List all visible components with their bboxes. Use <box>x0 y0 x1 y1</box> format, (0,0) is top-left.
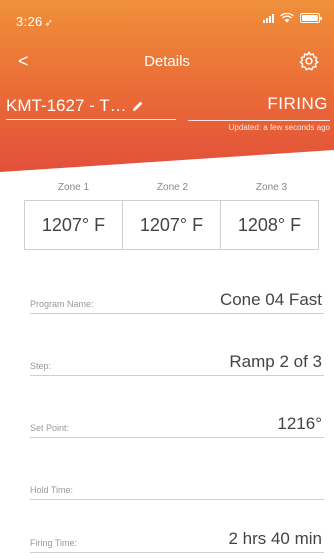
zone-1-temp: 1207° F <box>24 200 123 250</box>
zone-3-temp: 1208° F <box>220 200 319 250</box>
updated-text: Updated: a few seconds ago <box>228 123 330 132</box>
hold-time-label: Hold Time: <box>30 485 74 495</box>
step-label: Step: <box>30 361 52 371</box>
program-name-label: Program Name: <box>30 299 94 309</box>
program-name-value: Cone 04 Fast <box>219 290 322 309</box>
zone-3-label: Zone 3 <box>255 182 288 193</box>
firing-time-row: Firing Time: 2 hrs 40 min <box>30 529 324 553</box>
set-point-row: Set Point: 1216° <box>30 414 324 438</box>
zone-1-label: Zone 1 <box>57 182 90 193</box>
zone-2-temp: 1207° F <box>122 200 221 250</box>
hold-time-row: Hold Time: <box>30 480 324 500</box>
kiln-header: KMT-1627 - T… FIRING Updated: a few seco… <box>0 92 334 132</box>
location-icon: ➶ <box>44 18 54 29</box>
gear-icon[interactable] <box>298 50 320 72</box>
battery-icon <box>300 13 322 23</box>
status-icons <box>263 13 322 23</box>
program-name-row: Program Name: Cone 04 Fast <box>30 290 324 314</box>
status-bar: 3:26 ➶ <box>0 0 334 40</box>
firing-time-value: 2 hrs 40 min <box>228 529 322 548</box>
page-title: Details <box>144 53 190 70</box>
kiln-name: KMT-1627 - T… <box>6 95 127 115</box>
zone-labels: Zone 1 Zone 2 Zone 3 <box>24 182 322 193</box>
status-divider <box>188 120 330 121</box>
pencil-icon[interactable] <box>132 100 144 112</box>
set-point-value: 1216° <box>277 414 322 433</box>
wifi-icon <box>280 13 294 23</box>
nav-bar: < Details <box>0 48 334 78</box>
step-row: Step: Ramp 2 of 3 <box>30 352 324 376</box>
zone-temperatures: Zone 1 Zone 2 Zone 3 1207° F 1207° F 120… <box>24 182 322 250</box>
firing-time-label: Firing Time: <box>30 538 78 548</box>
step-value: Ramp 2 of 3 <box>229 352 322 371</box>
kiln-name-field[interactable]: KMT-1627 - T… <box>6 92 176 120</box>
firing-status: FIRING <box>267 94 328 113</box>
zone-2-label: Zone 2 <box>156 182 189 193</box>
zone-boxes: 1207° F 1207° F 1208° F <box>24 200 319 250</box>
signal-icon <box>263 13 274 23</box>
status-time-text: 3:26 <box>16 14 43 29</box>
set-point-label: Set Point: <box>30 423 70 433</box>
status-time: 3:26 ➶ <box>16 14 53 29</box>
